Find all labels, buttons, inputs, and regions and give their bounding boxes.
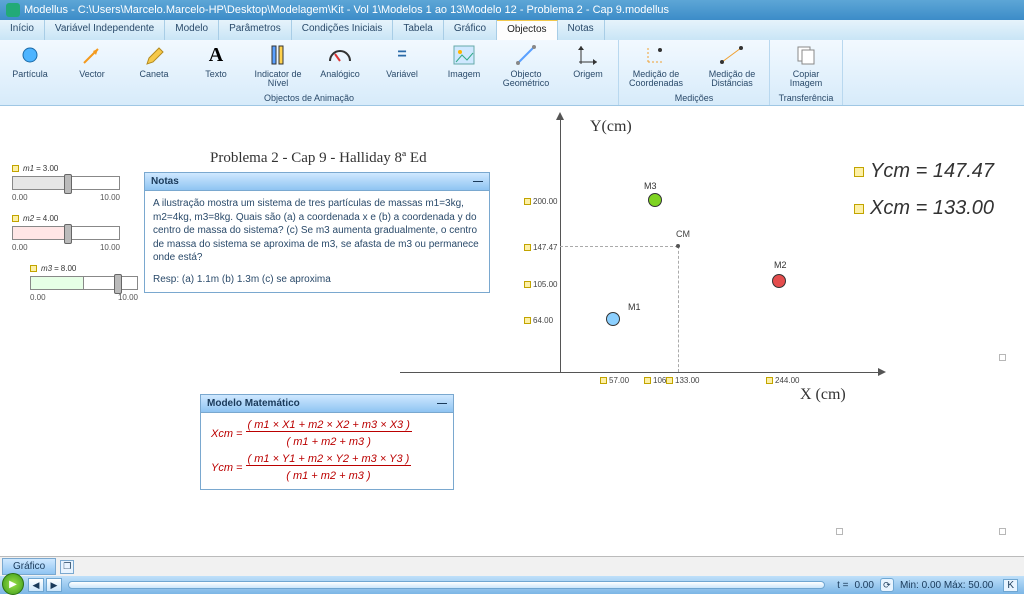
output-values: Ycm = 147.47 Xcm = 133.00 bbox=[854, 160, 994, 234]
play-button[interactable]: ▶ bbox=[2, 573, 24, 595]
slider-m1[interactable]: m1 = 3.00 0.0010.00 bbox=[12, 164, 120, 202]
cm-dash-v bbox=[678, 246, 679, 372]
slider-m3[interactable]: m3 = 8.00 0.0010.00 bbox=[30, 264, 138, 302]
vector-icon bbox=[79, 42, 105, 68]
ribbon-group-label-transferencia: Transferência bbox=[776, 93, 836, 105]
ytick-105: 105.00 bbox=[524, 280, 557, 289]
window-title: Modellus - C:\Users\Marcelo.Marcelo-HP\D… bbox=[24, 4, 669, 16]
minimize-icon[interactable]: — bbox=[473, 176, 483, 187]
ribbon-medicao-distancias[interactable]: Medição de Distâncias bbox=[701, 42, 763, 93]
ribbon-origem[interactable]: Origem bbox=[564, 42, 612, 93]
time-scrubber[interactable] bbox=[68, 581, 825, 589]
xtick-244: 244.00 bbox=[766, 376, 799, 385]
geom-icon bbox=[513, 42, 539, 68]
time-value: 0.00 bbox=[854, 580, 873, 591]
ribbon-indicator-nivel[interactable]: Indicator de Nível bbox=[254, 42, 302, 93]
ribbon-objecto-geometrico[interactable]: Objecto Geométrico bbox=[502, 42, 550, 93]
bottom-bar: Gráfico ❐ bbox=[0, 556, 1024, 576]
text-icon: A bbox=[203, 42, 229, 68]
ribbon-analogico[interactable]: Analógico bbox=[316, 42, 364, 93]
notes-body: A ilustração mostra um sistema de tres p… bbox=[153, 197, 481, 265]
m1-label: M1 bbox=[628, 302, 641, 312]
selection-handle[interactable] bbox=[999, 354, 1006, 361]
image-icon bbox=[451, 42, 477, 68]
tab-parametros[interactable]: Parâmetros bbox=[219, 20, 292, 40]
y-axis-label: Y(cm) bbox=[590, 118, 632, 136]
notes-title: Notas bbox=[151, 176, 179, 187]
app-icon bbox=[6, 3, 20, 17]
notes-panel[interactable]: Notas — A ilustração mostra um sistema de… bbox=[144, 172, 490, 293]
problem-title: Problema 2 - Cap 9 - Halliday 8ª Ed bbox=[210, 150, 427, 167]
play-bar: ▶ ◀ ▶ t = 0.00 ⟳ Min: 0.00 Máx: 50.00 K bbox=[0, 576, 1024, 594]
origin-icon bbox=[575, 42, 601, 68]
refresh-button[interactable]: ⟳ bbox=[880, 578, 894, 592]
ribbon: Partícula Vector Caneta ATexto Indicator… bbox=[0, 40, 1024, 106]
xtick-133: 133.00 bbox=[666, 376, 699, 385]
ribbon-group-label-medicoes: Medições bbox=[625, 93, 763, 105]
y-axis-arrow-icon bbox=[556, 112, 564, 120]
x-axis bbox=[400, 372, 880, 373]
tab-objectos[interactable]: Objectos bbox=[497, 20, 557, 40]
step-fwd-button[interactable]: ▶ bbox=[46, 578, 62, 592]
particle-m3[interactable] bbox=[648, 193, 662, 207]
tab-condicoes-iniciais[interactable]: Condições Iniciais bbox=[292, 20, 394, 40]
tab-variavel-independente[interactable]: Variável Independente bbox=[45, 20, 165, 40]
ribbon-medicao-coordenadas[interactable]: Medição de Coordenadas bbox=[625, 42, 687, 93]
ribbon-caneta[interactable]: Caneta bbox=[130, 42, 178, 93]
model-equations: Xcm = ( m1 × X1 + m2 × X2 + m3 × X3 )( m… bbox=[201, 413, 453, 489]
ribbon-group-label-animacao: Objectos de Animação bbox=[6, 93, 612, 105]
coord-measure-icon bbox=[643, 42, 669, 68]
tab-inicio[interactable]: Início bbox=[0, 20, 45, 40]
xtick-57: 57.00 bbox=[600, 376, 629, 385]
level-icon bbox=[265, 42, 291, 68]
model-panel[interactable]: Modelo Matemático — Xcm = ( m1 × X1 + m2 … bbox=[200, 394, 454, 490]
menu-tabs: Início Variável Independente Modelo Parâ… bbox=[0, 20, 1024, 40]
m3-label: M3 bbox=[644, 181, 657, 191]
variable-icon: = bbox=[389, 42, 415, 68]
slider-m2[interactable]: m2 = 4.00 0.0010.00 bbox=[12, 214, 120, 252]
minimize-icon[interactable]: — bbox=[437, 398, 447, 409]
x-axis-arrow-icon bbox=[878, 368, 886, 376]
cm-label: CM bbox=[676, 229, 690, 239]
tab-grafico[interactable]: Gráfico bbox=[444, 20, 497, 40]
selection-handle[interactable] bbox=[836, 528, 843, 535]
pen-icon bbox=[141, 42, 167, 68]
cm-dash-h bbox=[560, 246, 678, 247]
ytick-147: 147.47 bbox=[524, 243, 557, 252]
ribbon-particula[interactable]: Partícula bbox=[6, 42, 54, 93]
tab-tabela[interactable]: Tabela bbox=[393, 20, 443, 40]
y-axis bbox=[560, 116, 561, 372]
gauge-icon bbox=[327, 42, 353, 68]
selection-handle[interactable] bbox=[999, 528, 1006, 535]
xtick-106: 106 bbox=[644, 376, 666, 385]
time-range: Min: 0.00 Máx: 50.00 bbox=[900, 580, 993, 591]
copy-image-icon bbox=[793, 42, 819, 68]
dist-measure-icon bbox=[719, 42, 745, 68]
ribbon-imagem[interactable]: Imagem bbox=[440, 42, 488, 93]
ytick-200: 200.00 bbox=[524, 197, 557, 206]
particle-m2[interactable] bbox=[772, 274, 786, 288]
notes-answer: Resp: (a) 1.1m (b) 1.3m (c) se aproxima bbox=[153, 273, 481, 287]
time-label: t = bbox=[837, 580, 848, 591]
tab-modelo[interactable]: Modelo bbox=[165, 20, 219, 40]
particle-icon bbox=[17, 42, 43, 68]
particle-m1[interactable] bbox=[606, 312, 620, 326]
cm-point[interactable] bbox=[676, 244, 680, 248]
window-titlebar: Modellus - C:\Users\Marcelo.Marcelo-HP\D… bbox=[0, 0, 1024, 20]
ribbon-vector[interactable]: Vector bbox=[68, 42, 116, 93]
ribbon-texto[interactable]: ATexto bbox=[192, 42, 240, 93]
tab-notas[interactable]: Notas bbox=[558, 20, 605, 40]
keyboard-icon[interactable]: K bbox=[1003, 579, 1018, 592]
x-axis-label: X (cm) bbox=[800, 386, 846, 404]
step-back-button[interactable]: ◀ bbox=[28, 578, 44, 592]
ytick-64: 64.00 bbox=[524, 316, 553, 325]
ribbon-variavel[interactable]: =Variável bbox=[378, 42, 426, 93]
ribbon-copiar-imagem[interactable]: Copiar Imagem bbox=[776, 42, 836, 93]
model-title: Modelo Matemático bbox=[207, 398, 300, 409]
m2-label: M2 bbox=[774, 260, 787, 270]
restore-icon[interactable]: ❐ bbox=[60, 560, 74, 574]
